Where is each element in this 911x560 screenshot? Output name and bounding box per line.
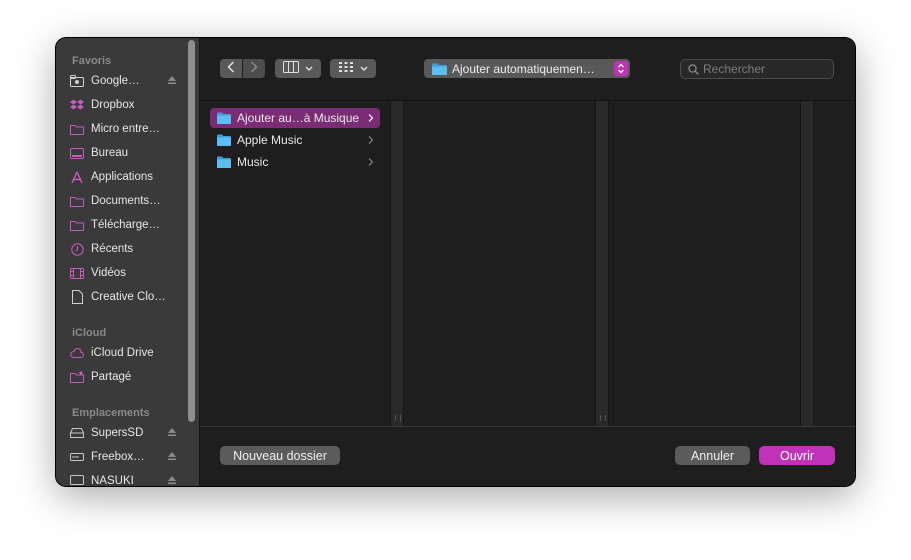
grid-icon [338,60,354,78]
sidebar-section-favoris: Favoris [72,55,112,67]
sidebar-item-label: iCloud Drive [91,347,154,359]
sidebar-item-label: Récents [91,243,134,255]
main-panel: Ajouter automatiquemen… Ajouter au…à Mus… [200,38,855,486]
search-icon [688,63,699,75]
sidebar-item-label: Bureau [91,147,129,159]
chevron-right-icon [368,134,374,144]
search-field[interactable] [680,59,834,79]
sidebar: Favoris Google… Dropbox Micro entre… Bur… [56,38,200,486]
view-mode-button[interactable] [275,59,321,78]
chevron-right-icon [250,60,258,78]
column-resize-handle[interactable] [595,101,609,426]
sidebar-item-telechargements[interactable]: Télécharge… [70,214,180,236]
browser-column-2 [404,101,595,426]
sidebar-item-label: Télécharge… [91,219,161,231]
forward-button[interactable] [243,59,265,78]
eject-icon[interactable] [167,475,177,485]
eject-icon[interactable] [167,427,177,437]
applications-icon [70,170,84,184]
chevron-down-icon [305,66,313,72]
sidebar-item-label: Applications [91,171,154,183]
folder-icon [70,218,84,232]
location-popup[interactable]: Ajouter automatiquemen… [424,59,630,78]
sidebar-item-documents[interactable]: Documents… [70,190,180,212]
sidebar-item-label: Freebox… [91,451,145,463]
sidebar-item-creative-cloud[interactable]: Creative Clo… [70,286,180,308]
clock-icon [70,242,84,256]
group-button[interactable] [330,59,376,78]
column-resize-handle[interactable] [390,101,404,426]
list-item-label: Apple Music [237,133,303,147]
folder-icon [217,156,231,168]
eject-icon[interactable] [167,75,177,85]
folder-icon [70,122,84,136]
sidebar-item-label: Creative Clo… [91,291,166,303]
sidebar-item-recents[interactable]: Récents [70,238,180,260]
list-item-music[interactable]: Music [210,152,380,172]
sidebar-item-nasuki[interactable]: NASUKI [70,470,180,486]
column-browser: Ajouter au…à Musique Apple Music Music [200,100,855,427]
folder-icon [217,134,231,146]
browser-column-3 [609,101,800,426]
shared-folder-icon [70,370,84,384]
network-icon [70,450,84,464]
resize-grip-icon [395,415,401,421]
sidebar-item-label: Vidéos [91,267,126,279]
cloud-icon [70,346,84,360]
sidebar-item-label: Google… [91,75,140,87]
folder-icon [70,194,84,208]
sidebar-item-label: SupersSD [91,427,144,439]
list-item-label: Ajouter au…à Musique [237,111,360,125]
chevron-down-icon [360,66,368,72]
open-dialog-window: Favoris Google… Dropbox Micro entre… Bur… [56,38,855,486]
sidebar-item-freebox[interactable]: Freebox… [70,446,180,468]
list-item-label: Music [237,155,269,169]
sidebar-item-applications[interactable]: Applications [70,166,180,188]
dropbox-icon [70,98,84,112]
folder-icon [432,63,447,75]
sidebar-item-label: Dropbox [91,99,135,111]
sidebar-scrollbar[interactable] [188,40,195,422]
eject-icon[interactable] [167,451,177,461]
back-button[interactable] [220,59,242,78]
folder-icon [217,112,231,124]
location-label: Ajouter automatiquemen… [452,61,595,76]
sidebar-item-videos[interactable]: Vidéos [70,262,180,284]
sidebar-item-superssd[interactable]: SupersSD [70,422,180,444]
new-folder-button[interactable]: Nouveau dossier [220,446,340,465]
cancel-button[interactable]: Annuler [675,446,750,465]
sidebar-item-label: Documents… [91,195,161,207]
open-button[interactable]: Ouvrir [759,446,835,465]
sidebar-item-label: NASUKI [91,475,134,486]
resize-grip-icon [600,415,606,421]
sidebar-item-label: Micro entre… [91,123,161,135]
document-icon [70,290,84,304]
drive-icon [70,74,84,88]
search-input[interactable] [703,62,823,76]
list-item-apple-music[interactable]: Apple Music [210,130,380,150]
sidebar-item-dropbox[interactable]: Dropbox [70,94,180,116]
popup-stepper-icon [614,61,628,76]
list-item-ajouter-musique[interactable]: Ajouter au…à Musique [210,108,380,128]
chevron-left-icon [227,60,235,78]
display-icon [70,474,84,486]
sidebar-item-google-drive[interactable]: Google… [70,70,180,92]
disk-icon [70,426,84,440]
film-icon [70,266,84,280]
browser-column-1: Ajouter au…à Musique Apple Music Music [200,101,390,426]
chevron-right-icon [368,156,374,166]
sidebar-item-micro-entre[interactable]: Micro entre… [70,118,180,140]
sidebar-section-emplacements: Emplacements [72,407,150,419]
column-resize-handle[interactable] [800,101,814,426]
chevron-right-icon [368,112,374,122]
sidebar-item-label: Partagé [91,371,132,383]
desktop-icon [70,146,84,160]
sidebar-item-bureau[interactable]: Bureau [70,142,180,164]
sidebar-item-icloud-drive[interactable]: iCloud Drive [70,342,180,364]
columns-view-icon [283,60,299,78]
sidebar-item-partage[interactable]: Partagé [70,366,180,388]
sidebar-section-icloud: iCloud [72,327,107,339]
